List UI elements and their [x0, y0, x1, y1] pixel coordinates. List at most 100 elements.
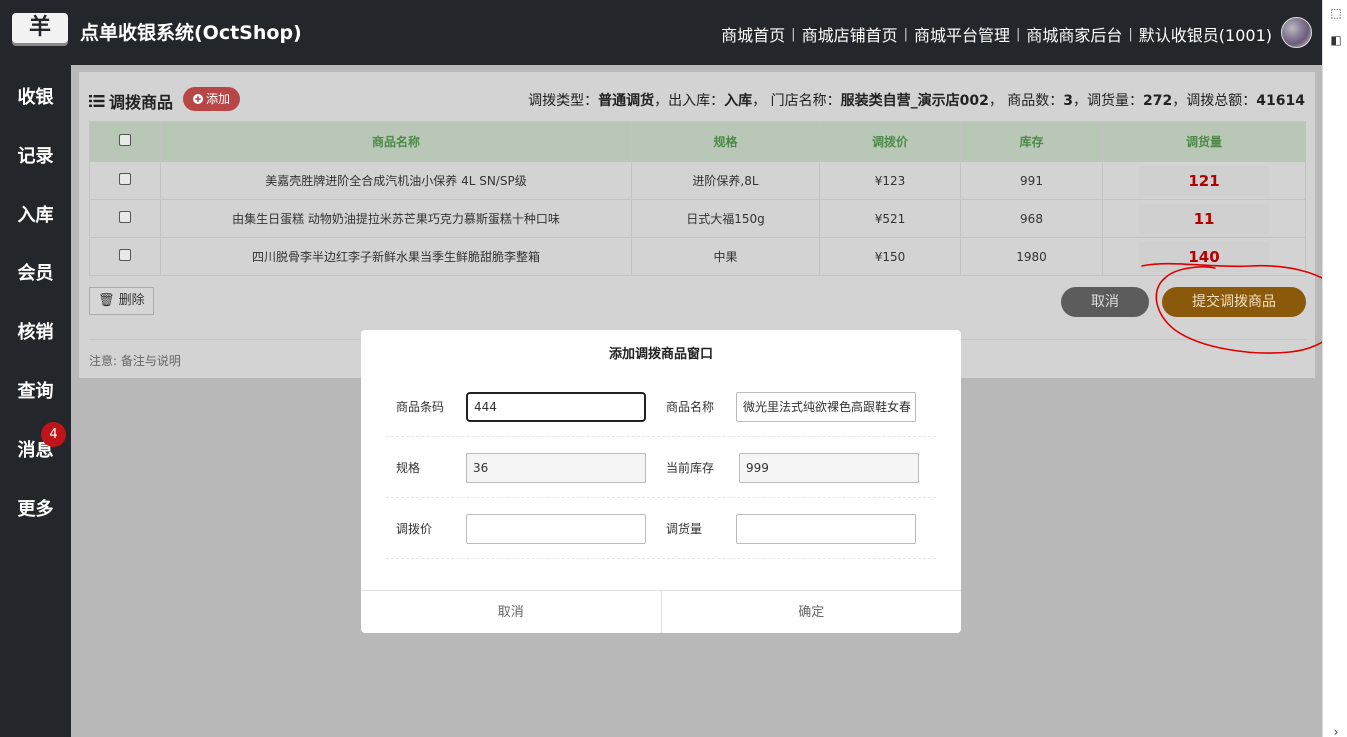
summary-qty-label: ，调货量：	[1073, 93, 1144, 109]
nav-shop-home[interactable]: 商城店铺首页	[802, 22, 898, 46]
row-stock: 1980	[960, 237, 1103, 276]
sidebar-item-verify[interactable]: 核销	[0, 318, 71, 344]
col-header-stock: 库存	[960, 121, 1103, 162]
add-button[interactable]: 添加	[183, 87, 241, 111]
row-qty-input[interactable]: 11	[1139, 203, 1269, 234]
row-select-cell	[89, 199, 161, 238]
table-row: 四川脱骨李半边红李子新鲜水果当季生鲜脆甜脆李整箱 中果 ¥150 1980 14…	[89, 237, 1306, 276]
sidebar-item-members[interactable]: 会员	[0, 259, 71, 285]
transfer-qty-label: 调货量	[666, 522, 703, 536]
table-row: 由集生日蛋糕 动物奶油提拉米苏芒果巧克力慕斯蛋糕十种口味 日式大福150g ¥5…	[89, 199, 1306, 238]
trash-icon: 🗑	[98, 293, 115, 308]
add-transfer-dialog: 添加调拨商品窗口 商品条码 444 商品名称 微光里法式纯欲裸色高跟鞋女春 规格…	[361, 330, 961, 633]
nav-separator: |	[903, 26, 908, 42]
sidebar-item-cashier[interactable]: 收银	[0, 83, 71, 109]
row-qty-cell: 140	[1102, 237, 1306, 276]
row-checkbox[interactable]	[119, 173, 131, 185]
row-qty-input[interactable]: 140	[1139, 241, 1269, 272]
row-product-name: 由集生日蛋糕 动物奶油提拉米苏芒果巧克力慕斯蛋糕十种口味	[160, 199, 632, 238]
spec-label: 规格	[396, 461, 421, 475]
chevron-right-icon[interactable]: ›	[1329, 725, 1343, 737]
select-all-checkbox[interactable]	[119, 134, 131, 146]
dialog-ok-button[interactable]: 确定	[660, 591, 962, 633]
summary-count-label: ， 商品数：	[988, 93, 1064, 109]
nav-separator: |	[1015, 26, 1021, 42]
col-header-price: 调拨价	[819, 121, 961, 162]
app-title: 点单收银系统(OctShop)	[80, 22, 302, 44]
dialog-cancel-button[interactable]: 取消	[361, 591, 661, 633]
nav-mall-home[interactable]: 商城首页	[721, 22, 785, 46]
user-avatar[interactable]	[1281, 17, 1312, 48]
current-stock-input[interactable]: 999	[739, 453, 919, 483]
nav-platform-admin[interactable]: 商城平台管理	[914, 22, 1010, 46]
delete-button-label: 删除	[118, 293, 145, 308]
row-stock: 991	[960, 161, 1103, 200]
nav-cashier-user[interactable]: 默认收银员(1001)	[1139, 22, 1272, 46]
col-header-qty: 调货量	[1102, 121, 1306, 162]
top-header: 羊 点单收银系统(OctShop) 商城首页 | 商城店铺首页 | 商城平台管理…	[0, 0, 1322, 65]
cancel-button[interactable]: 取消	[1061, 287, 1149, 317]
dialog-footer: 取消 确定	[361, 590, 961, 633]
delete-button[interactable]: 🗑 删除	[89, 287, 154, 315]
note-text: 注意: 备注与说明	[89, 354, 181, 368]
panel-title-text: 调拨商品	[109, 93, 174, 112]
sidebar: 收银 记录 入库 会员 核销 查询 消息 4 更多	[0, 65, 71, 737]
form-row: 调拨价 调货量	[386, 498, 936, 559]
row-select-cell	[89, 237, 161, 276]
table-row: 美嘉壳胜牌进阶全合成汽机油小保养 4L SN/SP级 进阶保养,8L ¥123 …	[89, 161, 1306, 200]
col-header-name: 商品名称	[160, 121, 632, 162]
panel-title: 调拨商品	[89, 89, 173, 113]
nav-merchant-backend[interactable]: 商城商家后台	[1026, 22, 1122, 46]
form-row: 规格 36 当前库存 999	[386, 437, 936, 498]
summary-type-value: 普通调货	[598, 93, 655, 109]
summary-io-value: 入库	[724, 93, 753, 109]
form-row: 商品条码 444 商品名称 微光里法式纯欲裸色高跟鞋女春	[386, 376, 936, 437]
transfer-summary: 调拨类型：普通调货，出入库：入库， 门店名称：服装类自营_演示店002， 商品数…	[528, 90, 1305, 110]
transfer-table: 商品名称 规格 调拨价 库存 调货量 美嘉壳胜牌进阶全合成汽机油小保养 4L S…	[89, 121, 1306, 276]
row-qty-cell: 11	[1102, 199, 1306, 238]
summary-store-label: ， 门店名称：	[752, 93, 841, 109]
top-nav: 商城首页 | 商城店铺首页 | 商城平台管理 | 商城商家后台 | 默认收银员(…	[721, 22, 1272, 46]
product-name-label: 商品名称	[666, 400, 715, 414]
dialog-title: 添加调拨商品窗口	[608, 347, 713, 362]
row-price: ¥150	[819, 237, 961, 276]
add-button-label: 添加	[206, 92, 231, 106]
sidebar-item-query[interactable]: 查询	[0, 377, 71, 403]
sidebar-item-records[interactable]: 记录	[0, 142, 71, 168]
select-all-cell	[89, 121, 161, 162]
summary-qty-value: 272	[1143, 93, 1173, 109]
summary-io-label: ，出入库：	[654, 93, 725, 109]
sidebar-item-more[interactable]: 更多	[0, 495, 71, 521]
barcode-input[interactable]: 444	[466, 392, 646, 422]
product-name-input[interactable]: 微光里法式纯欲裸色高跟鞋女春	[736, 392, 916, 422]
sidebar-toggle-icon[interactable]: ◧	[1329, 33, 1343, 47]
summary-type-label: 调拨类型：	[528, 93, 599, 109]
row-select-cell	[89, 161, 161, 200]
row-product-name: 四川脱骨李半边红李子新鲜水果当季生鲜脆甜脆李整箱	[160, 237, 632, 276]
row-spec: 进阶保养,8L	[631, 161, 820, 200]
summary-store-value: 服装类自营_演示店002	[840, 93, 989, 109]
right-toolbar: ⬚ ◧ ›	[1322, 0, 1347, 737]
spec-input[interactable]: 36	[466, 453, 646, 483]
row-product-name: 美嘉壳胜牌进阶全合成汽机油小保养 4L SN/SP级	[160, 161, 632, 200]
table-header-row: 商品名称 规格 调拨价 库存 调货量	[89, 121, 1306, 162]
nav-separator: |	[791, 26, 796, 42]
row-spec: 中果	[631, 237, 820, 276]
select-element-icon[interactable]: ⬚	[1329, 6, 1343, 20]
transfer-price-input[interactable]	[466, 514, 646, 544]
row-qty-input[interactable]: 121	[1139, 165, 1269, 196]
logo-button[interactable]: 羊	[12, 13, 68, 43]
summary-amount-value: 41614	[1256, 93, 1305, 109]
summary-count-value: 3	[1063, 93, 1074, 109]
message-count-badge: 4	[41, 422, 66, 447]
row-spec: 日式大福150g	[631, 199, 820, 238]
row-checkbox[interactable]	[119, 211, 131, 223]
transfer-qty-input[interactable]	[736, 514, 916, 544]
row-stock: 968	[960, 199, 1103, 238]
submit-transfer-button[interactable]: 提交调拨商品	[1162, 287, 1306, 317]
plus-circle-icon	[193, 94, 203, 104]
sidebar-item-stock-in[interactable]: 入库	[0, 201, 71, 227]
row-qty-cell: 121	[1102, 161, 1306, 200]
row-checkbox[interactable]	[119, 249, 131, 261]
current-stock-label: 当前库存	[666, 461, 715, 475]
